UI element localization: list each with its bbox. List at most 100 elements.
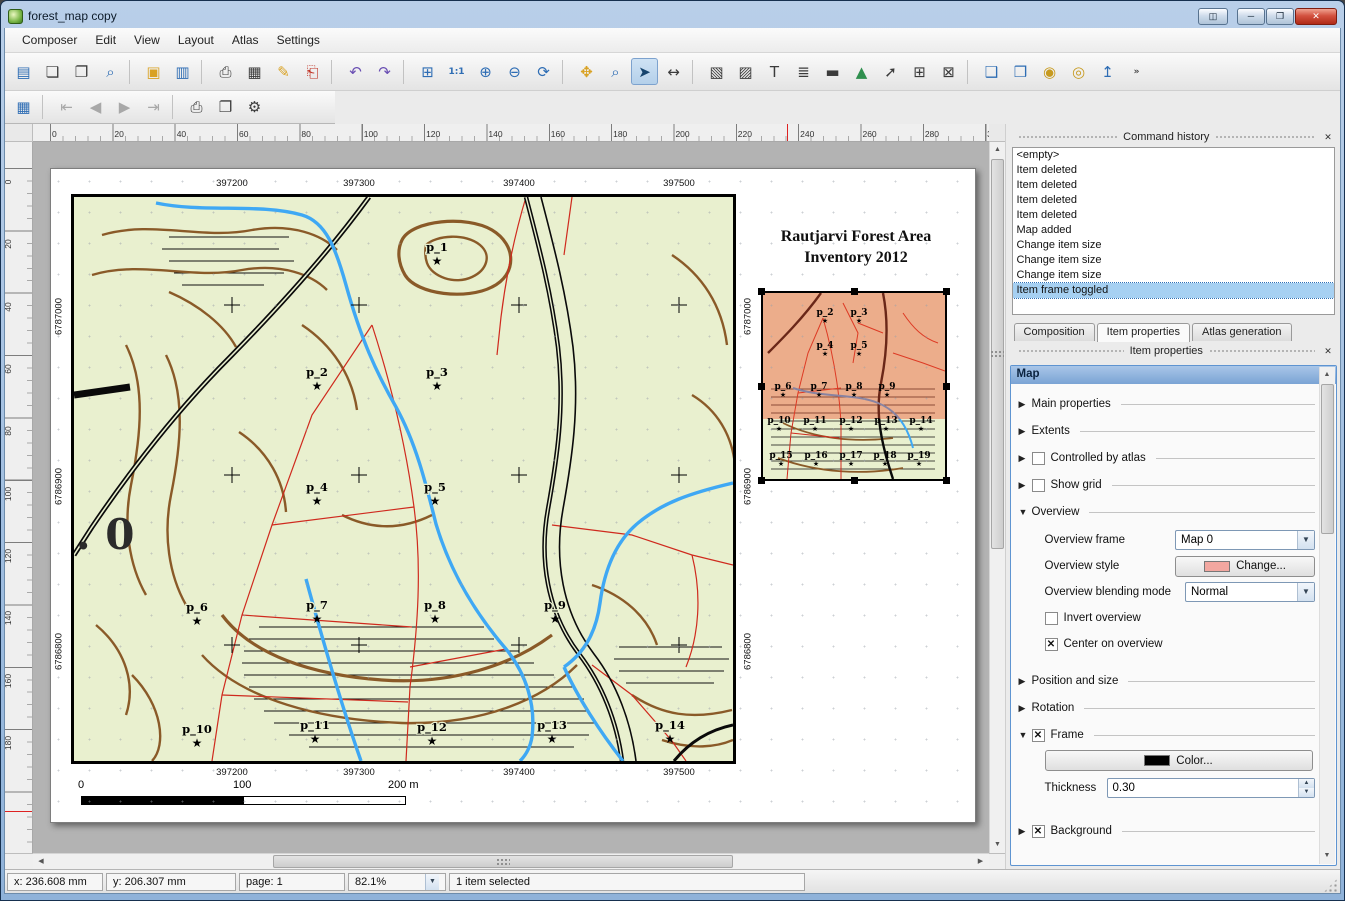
overview-style-change-button[interactable]: Change... [1175, 556, 1315, 577]
title-bar[interactable]: forest_map copy ◫─❐✕ [4, 4, 1341, 28]
item-properties-header[interactable]: Item properties [1012, 343, 1336, 359]
save-template-button[interactable]: ▥ [169, 58, 196, 85]
add-map-button[interactable]: ▧ [703, 58, 730, 85]
section-rotation[interactable]: Rotation [1019, 696, 1316, 720]
section-show-grid[interactable]: Show grid [1019, 473, 1316, 497]
menu-composer[interactable]: Composer [13, 30, 86, 50]
zoom-in-button[interactable]: ⊕ [472, 58, 499, 85]
command-history-close-icon[interactable] [1321, 130, 1335, 144]
section-main-properties[interactable]: Main properties [1019, 392, 1316, 416]
expand-icon[interactable] [1019, 453, 1032, 464]
spin-down-icon[interactable] [1299, 788, 1314, 797]
zoom-tool-button[interactable]: ⌕ [602, 58, 629, 85]
tab-atlas-generation[interactable]: Atlas generation [1192, 323, 1292, 341]
add-html-button[interactable]: ⊠ [935, 58, 962, 85]
atlas-settings-button[interactable]: ⚙ [241, 94, 268, 121]
scrollbar-thumb[interactable] [273, 855, 733, 868]
selection-handle[interactable] [758, 288, 765, 295]
overview-blending-select[interactable]: Normal [1185, 582, 1315, 602]
window-resize-grip[interactable] [1323, 878, 1338, 893]
scroll-left-icon[interactable] [33, 854, 49, 870]
expand-icon[interactable] [1019, 480, 1032, 491]
previous-feature-button[interactable]: ◀ [82, 94, 109, 121]
refresh-view-button[interactable]: ⟳ [530, 58, 557, 85]
preview-atlas-button[interactable]: ▦ [10, 94, 37, 121]
add-shape-button[interactable]: ▲ [848, 58, 875, 85]
section-extents[interactable]: Extents [1019, 419, 1316, 443]
background-checkbox[interactable] [1032, 825, 1045, 838]
selection-handle[interactable] [758, 383, 765, 390]
show-grid-checkbox[interactable] [1032, 479, 1045, 492]
select-move-item-button[interactable]: ➤ [631, 58, 658, 85]
history-item[interactable]: Item deleted [1013, 193, 1335, 208]
menu-edit[interactable]: Edit [86, 30, 125, 50]
expand-icon[interactable] [1019, 826, 1032, 837]
zoom-level-select[interactable]: 82.1% [348, 873, 446, 891]
overview-map-item[interactable]: p_2★ p_3★ p_4★ p_5★ p_6★ p_7★ p_8★ p_9★ [761, 291, 947, 481]
unlock-items-button[interactable]: ◎ [1065, 58, 1092, 85]
collapse-icon[interactable] [1019, 507, 1032, 517]
overview-frame-select[interactable]: Map 0 [1175, 530, 1315, 550]
composition-canvas[interactable]: . 0 ★p_1 ★p_2 ★p_3 ★p_4 ★p_5 ★p_6 [33, 142, 989, 853]
map-item[interactable]: . 0 ★p_1 ★p_2 ★p_3 ★p_4 ★p_5 ★p_6 [71, 194, 736, 764]
add-label-button[interactable]: T [761, 58, 788, 85]
scroll-down-icon[interactable] [990, 837, 1006, 853]
selection-handle[interactable] [851, 288, 858, 295]
zoom-full-button[interactable]: ⊞ [414, 58, 441, 85]
last-feature-button[interactable]: ⇥ [140, 94, 167, 121]
composer-manager-button[interactable]: ⌕ [97, 58, 124, 85]
scrollbar-thumb[interactable] [1321, 384, 1334, 534]
history-item[interactable]: Item deleted [1013, 208, 1335, 223]
add-scalebar-button[interactable]: ▬ [819, 58, 846, 85]
scroll-down-icon[interactable] [1319, 848, 1335, 864]
collapse-icon[interactable] [1019, 730, 1032, 740]
print-button[interactable]: ⎙ [212, 58, 239, 85]
history-item[interactable]: Change item size [1013, 253, 1335, 268]
toolbar-overflow-button[interactable]: » [1123, 58, 1150, 85]
expand-icon[interactable] [1019, 399, 1032, 410]
chevron-down-icon[interactable] [425, 874, 439, 890]
frame-thickness-spinner[interactable]: 0.30 [1107, 778, 1316, 798]
maximize-button[interactable]: ❐ [1266, 8, 1294, 25]
properties-scrollbar[interactable] [1319, 367, 1335, 864]
close-button[interactable]: ✕ [1295, 8, 1337, 25]
menu-atlas[interactable]: Atlas [223, 30, 268, 50]
command-history-list[interactable]: <empty>Item deletedItem deletedItem dele… [1012, 147, 1336, 315]
selection-handle[interactable] [943, 288, 950, 295]
new-composer-button[interactable]: ❏ [39, 58, 66, 85]
export-atlas-button[interactable]: ❐ [212, 94, 239, 121]
history-item[interactable]: Change item size [1013, 268, 1335, 283]
history-item[interactable]: Item deleted [1013, 163, 1335, 178]
composition-page[interactable]: . 0 ★p_1 ★p_2 ★p_3 ★p_4 ★p_5 ★p_6 [50, 168, 976, 823]
tab-item-properties[interactable]: Item properties [1097, 323, 1190, 342]
redo-button[interactable]: ↷ [371, 58, 398, 85]
selection-handle[interactable] [943, 477, 950, 484]
scroll-right-icon[interactable] [973, 854, 989, 870]
export-pdf-button[interactable]: ⎗ [299, 58, 326, 85]
frame-checkbox[interactable] [1032, 729, 1045, 742]
undo-button[interactable]: ↶ [342, 58, 369, 85]
history-item[interactable]: Item frame toggled [1013, 283, 1335, 298]
export-svg-button[interactable]: ✎ [270, 58, 297, 85]
item-properties-close-icon[interactable] [1321, 344, 1335, 358]
minimize-button[interactable]: ─ [1237, 8, 1265, 25]
canvas-vertical-scrollbar[interactable] [989, 142, 1005, 853]
expand-icon[interactable] [1019, 676, 1032, 687]
zoom-actual-button[interactable]: 1:1 [443, 58, 470, 85]
pan-tool-button[interactable]: ✥ [573, 58, 600, 85]
section-frame[interactable]: Frame [1019, 723, 1316, 747]
canvas-horizontal-scrollbar[interactable] [33, 853, 989, 869]
add-image-button[interactable]: ▨ [732, 58, 759, 85]
center-on-overview-checkbox[interactable] [1045, 638, 1058, 651]
menu-settings[interactable]: Settings [268, 30, 329, 50]
window-layout-button[interactable]: ◫ [1198, 8, 1228, 25]
scroll-up-icon[interactable] [990, 142, 1006, 158]
scroll-up-icon[interactable] [1319, 367, 1335, 383]
section-background[interactable]: Background [1019, 819, 1316, 843]
export-image-button[interactable]: ▦ [241, 58, 268, 85]
section-overview[interactable]: Overview [1019, 500, 1316, 524]
load-template-button[interactable]: ▣ [140, 58, 167, 85]
spin-up-icon[interactable] [1299, 779, 1314, 788]
history-item[interactable]: Map added [1013, 223, 1335, 238]
chevron-down-icon[interactable] [1297, 531, 1314, 549]
